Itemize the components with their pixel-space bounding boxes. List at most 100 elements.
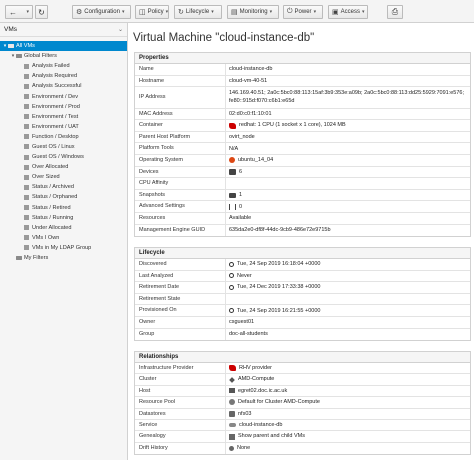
shield-icon: ◫ <box>139 9 146 16</box>
print-button[interactable]: ⎙ <box>387 5 403 19</box>
lifecycle-row-key: Discovered <box>135 259 226 270</box>
reload-button[interactable]: ↻ <box>35 5 48 19</box>
tree-item-label: All VMs <box>16 43 35 50</box>
tree-item[interactable]: Status / Orphaned <box>0 192 127 202</box>
relationships-row-value-text: cloud-instance-db <box>239 422 283 429</box>
tree-item[interactable]: Under Allocated <box>0 223 127 233</box>
print-icon: ⎙ <box>391 7 399 16</box>
tree-item[interactable]: Status / Running <box>0 213 127 223</box>
lifecycle-row-value <box>226 294 470 305</box>
tree-item[interactable]: Environment / Dev <box>0 91 127 101</box>
tree-item-label: VMs in My LDAP Group <box>32 244 92 251</box>
properties-row: Operating System ubuntu_14_04 <box>135 155 470 167</box>
properties-row-key: MAC Address <box>135 108 226 120</box>
lifecycle-row-key: Owner <box>135 316 226 328</box>
relationships-row: Resource Pool Default for Cluster AMD-Com… <box>135 397 470 409</box>
power-button[interactable]: ⏻ Power ▾ <box>283 5 323 19</box>
properties-row-key: Platform Tools <box>135 143 226 155</box>
tree-item[interactable]: My Filters <box>0 253 127 263</box>
datastore-icon <box>229 410 235 417</box>
tree-item[interactable]: Environment / UAT <box>0 122 127 132</box>
access-label: Access <box>340 9 360 15</box>
camera-icon <box>229 192 236 198</box>
filter-icon <box>24 124 29 130</box>
tree-item[interactable]: Analysis Required <box>0 71 127 81</box>
ubuntu-icon <box>229 157 235 164</box>
relationships-row-value[interactable]: AMD-Compute <box>226 374 470 384</box>
properties-row-value-text: 146.169.40.51; 2a0c:5bc0:88:113:15af:3b9… <box>229 90 464 105</box>
relationships-row-value-text: RHV provider <box>239 365 273 372</box>
filter-icon <box>24 154 29 160</box>
lifecycle-row-value: csguest01 <box>226 317 470 328</box>
tree-item[interactable]: ▾ Global Filters <box>0 51 127 61</box>
properties-row-key: CPU Affinity <box>135 178 226 189</box>
lifecycle-button[interactable]: ↻ Lifecycle ▾ <box>174 5 222 19</box>
tree-item-label: Analysis Successful <box>32 83 82 90</box>
properties-row: Hostname cloud-vm-40-51 <box>135 75 470 88</box>
lifecycle-row: Retirement Date Tue, 24 Dec 2019 17:33:38… <box>135 282 470 294</box>
relationships-row-value[interactable]: egret02.doc.ic.ac.uk <box>226 386 470 396</box>
access-button[interactable]: ▣ Access ▾ <box>328 5 368 19</box>
relationships-row-value[interactable]: RHV provider <box>226 363 470 373</box>
chart-icon: ▤ <box>231 9 238 16</box>
properties-row-key: IP Address <box>135 87 226 108</box>
lifecycle-row-key: Retirement State <box>135 293 226 305</box>
relationships-row-value[interactable]: cloud-instance-db <box>226 420 470 430</box>
lifecycle-row: Provisioned On Tue, 24 Sep 2019 16:21:55 … <box>135 305 470 317</box>
tree-item[interactable]: Environment / Test <box>0 112 127 122</box>
lifecycle-row: Last Analyzed Never <box>135 270 470 283</box>
properties-row-value: 146.169.40.51; 2a0c:5bc0:88:113:15af:3b9… <box>226 87 470 108</box>
genealogy-icon <box>229 433 235 440</box>
configuration-button[interactable]: ⚙ Configuration ▾ <box>72 5 131 19</box>
lifecycle-row-key: Last Analyzed <box>135 270 226 282</box>
monitoring-button[interactable]: ▤ Monitoring ▾ <box>227 5 279 19</box>
service-icon <box>229 423 236 428</box>
properties-row-value: ovirt_node <box>226 132 470 143</box>
tree-item[interactable]: ▾ All VMs <box>0 41 127 52</box>
tree-item-label: Status / Running <box>32 214 74 221</box>
folder-icon <box>16 53 22 59</box>
tree-item[interactable]: Over Allocated <box>0 162 127 172</box>
tree-item[interactable]: Analysis Failed <box>0 61 127 71</box>
tree-item[interactable]: Analysis Successful <box>0 81 127 91</box>
lifecycle-row-key: Provisioned On <box>135 305 226 316</box>
tree-item[interactable]: Guest OS / Linux <box>0 142 127 152</box>
sidebar-header-label: VMs <box>4 26 17 33</box>
tree-item-label: Environment / Test <box>32 113 79 120</box>
sidebar-accordion-vms[interactable]: VMs ⌄ <box>0 23 127 37</box>
tree-item[interactable]: Guest OS / Windows <box>0 152 127 162</box>
properties-panel-title: Properties <box>135 53 470 64</box>
properties-row-value: 02:d0:c0:f1:10:01 <box>226 109 470 120</box>
tree-item[interactable]: Status / Archived <box>0 182 127 192</box>
relationships-row-value[interactable]: Default for Cluster AMD-Compute <box>226 397 470 407</box>
page-title: Virtual Machine "cloud-instance-db" <box>133 32 315 44</box>
tree-item[interactable]: Function / Desktop <box>0 132 127 142</box>
relationships-row-key: Service <box>135 419 226 431</box>
tree-item-label: Status / Retired <box>32 204 71 211</box>
properties-row-value: redhat: 1 CPU (1 socket x 1 core), 1024 … <box>226 120 470 131</box>
filter-icon <box>24 215 29 221</box>
relationships-row-key: Cluster <box>135 374 226 385</box>
properties-panel: Properties Name cloud-instance-db Hostname… <box>134 52 471 238</box>
lifecycle-row: Discovered Tue, 24 Sep 2019 16:18:04 +000… <box>135 259 470 271</box>
relationships-row-key: Resource Pool <box>135 397 226 408</box>
tree-item[interactable]: VMs in My LDAP Group <box>0 243 127 253</box>
drift-icon <box>229 445 234 451</box>
properties-row-key: Container <box>135 120 226 131</box>
policy-button[interactable]: ◫ Policy ▾ <box>135 5 169 19</box>
properties-row-value: Available <box>226 213 470 224</box>
lifecycle-row-value: Never <box>226 271 470 282</box>
history-back-button[interactable]: ← ▾ <box>5 5 33 19</box>
search-icon <box>229 261 234 267</box>
arrow-left-icon: ← <box>9 7 17 17</box>
tree-item[interactable]: Over Sized <box>0 172 127 182</box>
relationships-row-value[interactable]: Show parent and child VMs <box>226 431 470 441</box>
tree-item[interactable]: VMs I Own <box>0 233 127 243</box>
relationships-row-value[interactable]: None <box>226 443 470 454</box>
tree-item[interactable]: Status / Retired <box>0 203 127 213</box>
chevron-down-icon: ▾ <box>211 9 214 15</box>
lifecycle-row-key: Retirement Date <box>135 282 226 293</box>
properties-row-key: Devices <box>135 166 226 178</box>
relationships-row-value[interactable]: nfs03 <box>226 409 470 419</box>
tree-item[interactable]: Environment / Prod <box>0 102 127 112</box>
